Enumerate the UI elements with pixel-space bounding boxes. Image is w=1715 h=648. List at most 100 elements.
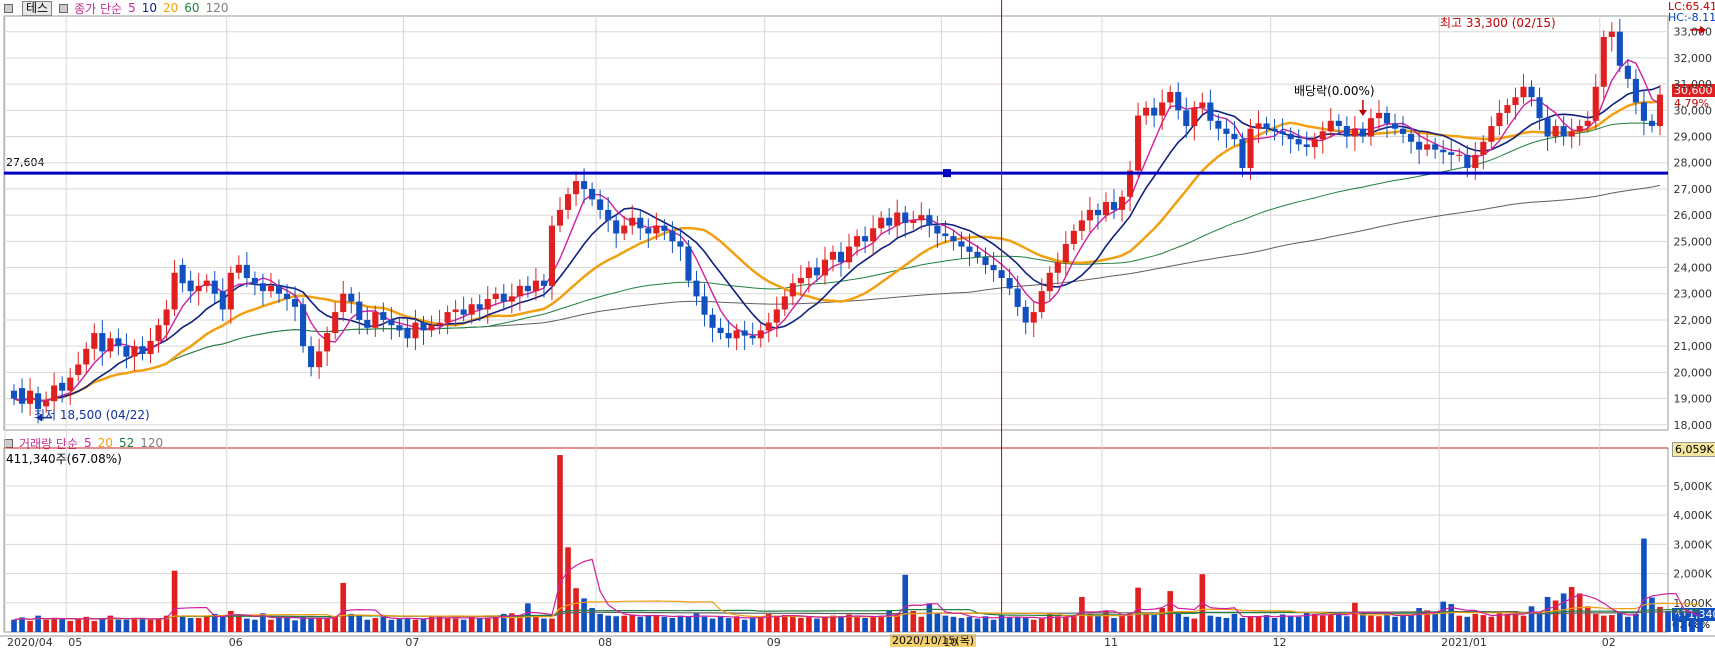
volume-bar bbox=[1432, 613, 1438, 632]
candle-body bbox=[661, 225, 668, 231]
candle-body bbox=[187, 280, 194, 292]
volume-bar bbox=[179, 615, 186, 632]
stock-chart[interactable]: 18,000 19,000 20,000 21,000 22,000 23,000 24,0… bbox=[0, 0, 1715, 648]
volume-bar bbox=[1046, 613, 1053, 632]
candle-body bbox=[845, 246, 853, 263]
candle-body bbox=[757, 330, 764, 339]
candle-body bbox=[340, 293, 347, 313]
volume-bar bbox=[75, 618, 82, 632]
candle-body bbox=[1448, 152, 1455, 155]
volume-bar bbox=[1151, 615, 1157, 632]
date-tick-label: 05 bbox=[68, 636, 82, 648]
volume-bar bbox=[484, 617, 491, 632]
candle-body bbox=[1110, 202, 1118, 210]
volume-bar bbox=[741, 619, 748, 632]
volume-bar bbox=[1022, 617, 1029, 632]
candle-body bbox=[613, 220, 620, 234]
volume-bar bbox=[525, 603, 531, 632]
candle-body bbox=[1191, 107, 1198, 127]
volume-bar bbox=[460, 619, 467, 632]
volume-bar bbox=[629, 614, 636, 632]
volume-bar bbox=[1560, 593, 1567, 632]
volume-bar bbox=[878, 615, 884, 632]
volume-bar bbox=[171, 570, 178, 632]
candle-body bbox=[870, 228, 877, 242]
ma-10-line bbox=[13, 85, 1661, 403]
volume-bar bbox=[773, 615, 780, 632]
ma-20-line bbox=[13, 100, 1661, 403]
price-tick-label: 26,000 bbox=[1674, 209, 1713, 222]
volume-bar bbox=[123, 619, 130, 632]
candle-body bbox=[324, 333, 331, 352]
volume-bar bbox=[139, 617, 146, 632]
volume-bar bbox=[1231, 613, 1238, 632]
volume-bar bbox=[380, 616, 387, 632]
candle-body bbox=[1359, 128, 1366, 137]
candle-body bbox=[1351, 128, 1358, 137]
candle-body bbox=[1030, 312, 1037, 323]
candle-body bbox=[356, 301, 363, 320]
volume-bar bbox=[1127, 613, 1133, 632]
volume-bar bbox=[982, 616, 989, 632]
volume-bar bbox=[926, 603, 933, 632]
candle-body bbox=[597, 199, 604, 210]
candle-body bbox=[1375, 112, 1383, 119]
volume-bar bbox=[1271, 617, 1278, 632]
date-tick-label: 07 bbox=[405, 636, 419, 648]
volume-panel-frame bbox=[3, 447, 1669, 633]
ma-60-line bbox=[13, 122, 1661, 402]
candle-body bbox=[950, 236, 957, 242]
volume-bar bbox=[1456, 615, 1463, 632]
candle-body bbox=[1544, 118, 1551, 137]
volume-bar bbox=[557, 455, 563, 632]
volume-bar bbox=[1617, 613, 1623, 632]
candle-body bbox=[500, 293, 507, 302]
candle-body bbox=[902, 212, 909, 223]
volume-bar bbox=[1568, 587, 1575, 632]
date-tick-label: 12 bbox=[1273, 636, 1287, 648]
volume-bar bbox=[131, 618, 138, 632]
candle-body bbox=[1070, 230, 1077, 244]
candle-body bbox=[1046, 272, 1053, 292]
volume-bar bbox=[19, 617, 25, 632]
candle-body bbox=[990, 264, 997, 271]
candle-body bbox=[556, 209, 564, 226]
volume-bar bbox=[1014, 617, 1021, 632]
candle-body bbox=[813, 267, 820, 276]
candle-body bbox=[163, 309, 170, 326]
candle-body bbox=[878, 217, 885, 229]
candle-body bbox=[1600, 36, 1607, 87]
volume-bar bbox=[1191, 618, 1198, 632]
volume-bar bbox=[203, 615, 210, 632]
candle-body bbox=[444, 312, 451, 323]
volume-bar bbox=[1536, 613, 1543, 632]
candle-body bbox=[1496, 112, 1503, 127]
candle-body bbox=[1488, 126, 1495, 142]
candle-body bbox=[1592, 86, 1599, 121]
volume-bar bbox=[219, 616, 226, 632]
candle-body bbox=[1319, 131, 1326, 140]
candle-body bbox=[629, 217, 636, 226]
candle-body bbox=[1480, 141, 1487, 155]
price-panel-frame bbox=[3, 15, 1669, 431]
price-tick-label: 19,000 bbox=[1674, 393, 1713, 406]
candle-body bbox=[476, 304, 483, 310]
volume-bar bbox=[1520, 615, 1527, 632]
candle-body bbox=[910, 220, 917, 223]
candle-body bbox=[1568, 131, 1575, 137]
price-tick-label: 21,000 bbox=[1674, 340, 1713, 353]
candle-body bbox=[27, 390, 34, 404]
candle-body bbox=[1383, 112, 1391, 124]
volume-bar bbox=[902, 574, 909, 632]
candle-body bbox=[300, 304, 307, 347]
candle-body bbox=[219, 291, 226, 310]
candle-body bbox=[1311, 139, 1318, 148]
date-tick-label: 06 bbox=[229, 636, 243, 648]
volume-bar bbox=[1287, 616, 1294, 632]
volume-bar bbox=[934, 613, 941, 632]
volume-bar bbox=[67, 620, 74, 632]
volume-bar bbox=[1665, 610, 1671, 632]
volume-bar bbox=[1480, 615, 1487, 632]
volume-bar bbox=[476, 617, 483, 632]
candle-body bbox=[589, 188, 596, 200]
